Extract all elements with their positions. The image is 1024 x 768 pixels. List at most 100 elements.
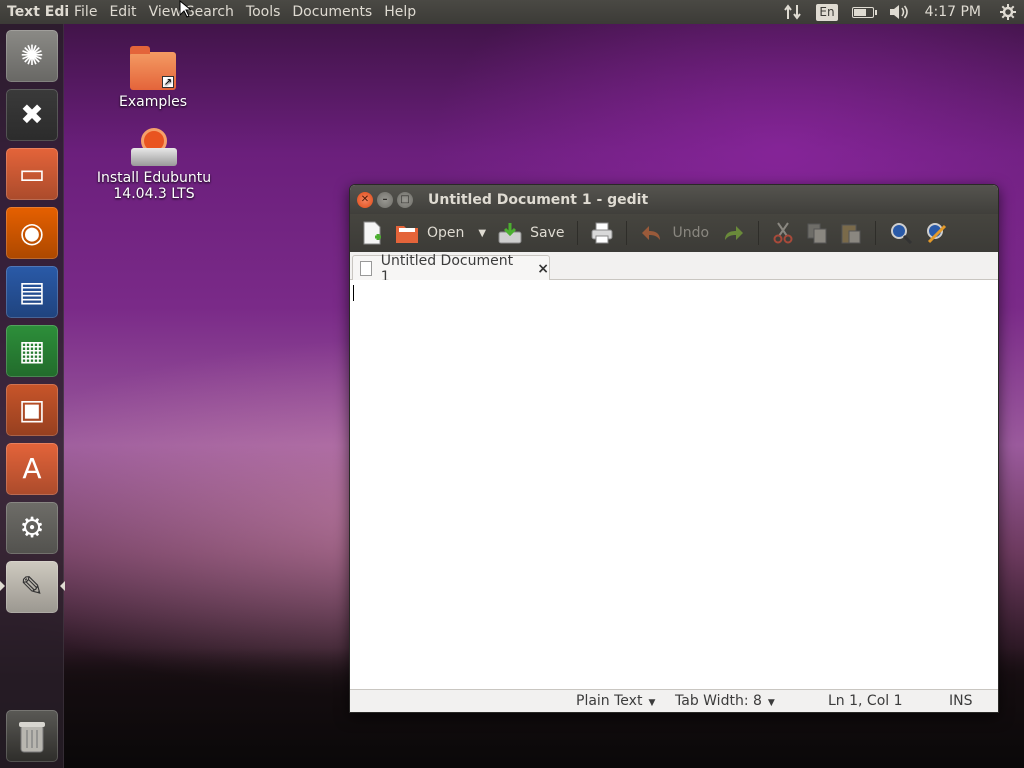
close-tab-icon[interactable]: ×: [537, 261, 549, 277]
focused-indicator: [60, 581, 65, 591]
cut-icon: [773, 222, 793, 244]
window-titlebar[interactable]: ✕ – □ Untitled Document 1 - gedit: [350, 185, 998, 214]
calc-icon: ▦: [18, 334, 46, 367]
text-editor-area[interactable]: [350, 280, 998, 691]
launcher-item-dash-home[interactable]: ✺: [6, 30, 58, 82]
launcher-item-gedit[interactable]: ✎: [0, 561, 65, 613]
launcher-item-libreoffice-impress[interactable]: ▣: [6, 384, 58, 436]
top-panel: Text Edi File Edit View Search Tools Doc…: [0, 0, 1024, 24]
battery-gauge: [851, 6, 877, 18]
language-selector[interactable]: Plain Text ▼: [576, 693, 655, 709]
clock[interactable]: 4:17 PM: [925, 4, 981, 20]
launcher-item-system-settings[interactable]: ⚙: [6, 502, 58, 554]
maximize-window-button[interactable]: □: [397, 191, 413, 208]
toolbar-separator: [577, 221, 579, 245]
trash-icon: [19, 722, 45, 753]
open-label: Open: [427, 225, 465, 241]
desktop-icon-label: Examples: [118, 94, 188, 110]
launcher-item-libreoffice-calc[interactable]: ▦: [6, 325, 58, 377]
paste-icon: [841, 224, 861, 244]
colorful-x-icon: ✖: [20, 98, 44, 131]
document-tab[interactable]: Untitled Document 1 ×: [352, 253, 550, 285]
print-button[interactable]: [588, 218, 616, 248]
undo-label: Undo: [672, 225, 710, 241]
status-bar: Plain Text ▼ Tab Width: 8 ▼ Ln 1, Col 1 IN…: [350, 689, 998, 712]
settings-gear-icon: ⚙: [19, 511, 45, 544]
tab-width-selector[interactable]: Tab Width: 8 ▼: [675, 693, 775, 709]
paste-button[interactable]: [837, 218, 865, 248]
find-replace-icon: [927, 223, 947, 244]
writer-icon: ▤: [18, 275, 46, 308]
menu-help[interactable]: Help: [378, 4, 422, 20]
find-button[interactable]: [886, 218, 916, 248]
toolbar: Open ▼ Save Undo: [350, 214, 998, 252]
redo-icon: [725, 226, 744, 240]
impress-icon: ▣: [18, 393, 46, 426]
gedit-window: ✕ – □ Untitled Document 1 - gedit Open ▼…: [349, 184, 999, 713]
tab-width-label: Tab Width: 8: [675, 693, 762, 709]
window-title: Untitled Document 1 - gedit: [428, 191, 649, 208]
launcher-item-firefox[interactable]: ◉: [6, 207, 58, 259]
desktop-icon-label-line1: Install Edubuntu: [96, 170, 212, 186]
launcher-item-files[interactable]: ▭: [6, 148, 58, 200]
search-icon: [891, 223, 913, 244]
menu-file[interactable]: File: [68, 4, 103, 20]
launcher-item-ubuntu-software-center[interactable]: A: [6, 443, 58, 495]
copy-button[interactable]: [803, 218, 831, 248]
ubuntu-logo-icon: ✺: [20, 39, 44, 72]
chevron-down-icon: ▼: [767, 698, 775, 708]
launcher-item-xpad[interactable]: ✖: [6, 89, 58, 141]
folder-icon: ▭: [18, 157, 46, 190]
chevron-down-icon: ▼: [648, 698, 656, 708]
software-center-icon: A: [22, 452, 42, 485]
menu-documents[interactable]: Documents: [286, 4, 378, 20]
cursor-position: Ln 1, Col 1: [828, 693, 903, 709]
indicator-area: En 4:17 PM: [777, 0, 1024, 24]
copy-icon: [807, 223, 827, 244]
insert-mode: INS: [949, 693, 973, 709]
launcher: ✺ ✖ ▭ ◉ ▤ ▦ ▣ A ⚙ ✎: [0, 24, 65, 768]
close-window-button[interactable]: ✕: [357, 191, 373, 208]
find-replace-button[interactable]: [922, 218, 952, 248]
redo-button[interactable]: [718, 218, 748, 248]
desktop-icon-examples[interactable]: ↗ Examples: [113, 46, 193, 110]
menu-edit[interactable]: Edit: [103, 4, 142, 20]
keyboard-language-indicator[interactable]: En: [816, 3, 838, 21]
print-icon: [591, 222, 613, 244]
launcher-item-libreoffice-writer[interactable]: ▤: [6, 266, 58, 318]
mouse-cursor-icon: [179, 0, 191, 18]
launcher-item-trash[interactable]: [6, 710, 58, 762]
installer-disk-icon: [131, 128, 177, 166]
menu-search[interactable]: Search: [184, 4, 240, 20]
running-indicator: [0, 581, 5, 591]
language-label: Plain Text: [576, 693, 643, 709]
app-name: Text Edi: [7, 4, 68, 20]
undo-button[interactable]: Undo: [637, 218, 712, 248]
menu-tools[interactable]: Tools: [240, 4, 287, 20]
cut-button[interactable]: [769, 218, 797, 248]
toolbar-separator: [626, 221, 628, 245]
text-caret: [353, 285, 354, 301]
desktop-icon-install-edubuntu[interactable]: Install Edubuntu 14.04.3 LTS: [94, 128, 214, 202]
battery-fill: [853, 8, 866, 16]
firefox-icon: ◉: [19, 216, 45, 249]
open-button[interactable]: Open ▼: [392, 218, 489, 248]
text-editor-icon: ✎: [20, 570, 44, 603]
open-folder-icon: [396, 226, 418, 243]
desktop-icon-label-line2: 14.04.3 LTS: [113, 186, 195, 202]
minimize-window-button[interactable]: –: [377, 191, 393, 208]
save-icon: [498, 223, 522, 244]
session-gear-icon[interactable]: [1000, 4, 1016, 20]
new-document-button[interactable]: [358, 218, 386, 248]
undo-icon: [642, 226, 661, 240]
battery-icon[interactable]: [851, 6, 877, 18]
document-icon: [360, 261, 372, 276]
menu-view[interactable]: View: [143, 4, 184, 20]
document-tab-bar: Untitled Document 1 ×: [350, 252, 998, 285]
network-icon[interactable]: [784, 4, 802, 20]
folder-link-icon: ↗: [130, 46, 176, 90]
save-button[interactable]: Save: [495, 218, 567, 248]
volume-icon[interactable]: [888, 4, 908, 20]
open-recent-dropdown-icon[interactable]: ▼: [478, 228, 486, 239]
save-label: Save: [530, 225, 565, 241]
